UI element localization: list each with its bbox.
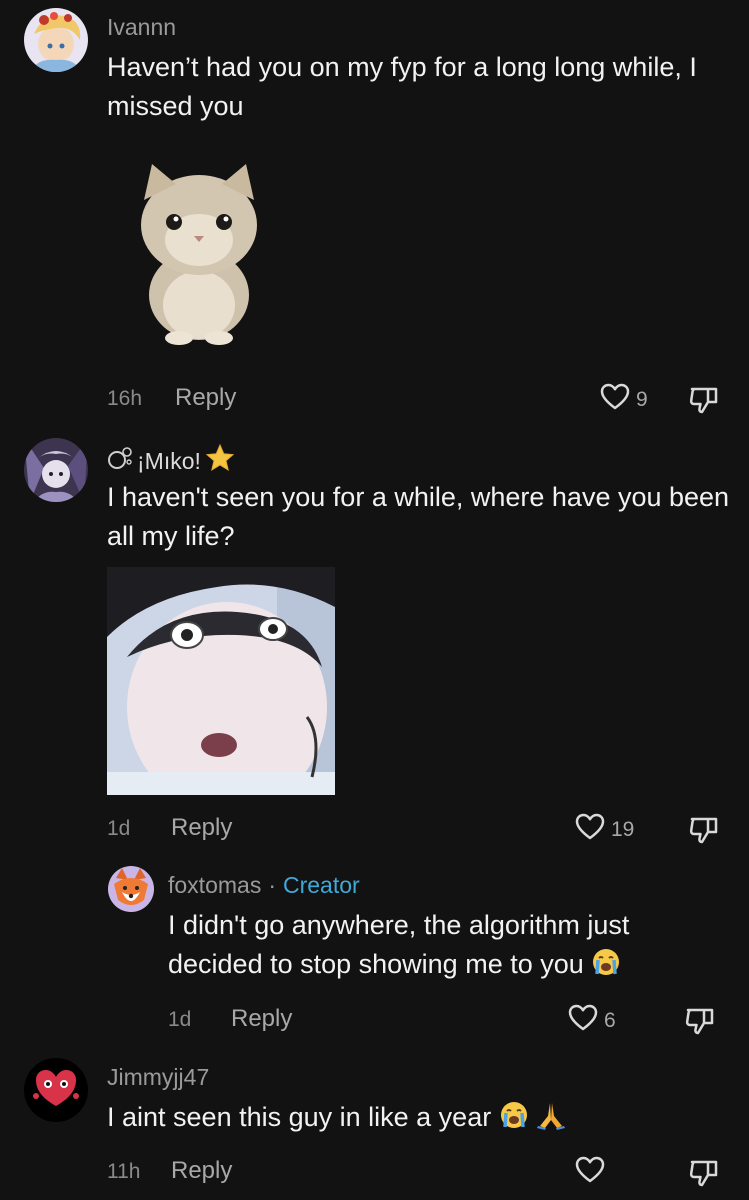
reply-button[interactable]: Reply <box>231 1005 292 1033</box>
username[interactable]: Jimmyjj47 <box>107 1064 209 1091</box>
reply-button[interactable]: Reply <box>171 814 232 842</box>
timestamp: 16h <box>107 387 143 410</box>
avatar[interactable] <box>24 1058 88 1122</box>
comment-text: I aint seen this guy in like a year <box>107 1102 492 1132</box>
reply-button[interactable]: Reply <box>171 1157 232 1185</box>
dislike-button[interactable] <box>684 1004 716 1041</box>
thumbs-down-icon <box>688 817 720 849</box>
username-row: foxtomas · Creator <box>168 872 360 899</box>
bubbles-icon <box>107 446 133 476</box>
thumbs-down-icon <box>688 1160 720 1192</box>
thumbs-down-icon <box>684 1008 716 1040</box>
heart-icon <box>568 1004 598 1037</box>
comment-text-wrap: I aint seen this guy in like a year <box>107 1098 707 1141</box>
avatar-image <box>24 8 88 72</box>
avatar[interactable] <box>108 866 154 912</box>
thumbs-down-icon <box>688 387 720 419</box>
praying-hands-icon <box>536 1100 566 1141</box>
comment-text-wrap: I didn't go anywhere, the algorithm just… <box>168 906 708 988</box>
star-icon <box>205 443 235 479</box>
creator-badge: Creator <box>283 872 360 898</box>
avatar[interactable] <box>24 8 88 72</box>
username: ¡Mıko! <box>137 447 201 474</box>
like-count: 9 <box>636 387 648 411</box>
like-button[interactable]: 9 <box>600 383 648 416</box>
like-button[interactable]: 6 <box>568 1004 616 1037</box>
username[interactable]: Ivannn <box>107 14 176 41</box>
kitten-sticker <box>134 160 264 345</box>
comment-text: I haven't seen you for a while, where ha… <box>107 482 730 551</box>
dislike-button[interactable] <box>688 813 720 850</box>
separator: · <box>268 872 276 898</box>
username-row[interactable]: ¡Mıko! <box>107 443 235 479</box>
like-button[interactable]: 19 <box>575 813 634 846</box>
timestamp: 1d <box>107 817 131 840</box>
heart-icon <box>575 1156 605 1189</box>
surprised-face-photo[interactable] <box>107 567 335 795</box>
reply-button[interactable]: Reply <box>175 384 236 412</box>
like-button[interactable] <box>575 1156 605 1189</box>
crying-face-icon <box>591 947 621 988</box>
timestamp: 11h <box>107 1160 141 1183</box>
crying-face-icon <box>499 1100 529 1141</box>
like-count: 6 <box>604 1008 616 1032</box>
avatar-image <box>24 438 88 502</box>
username[interactable]: foxtomas <box>168 872 261 899</box>
comment-text: I didn't go anywhere, the algorithm just… <box>168 910 630 979</box>
heart-icon <box>575 813 605 846</box>
dislike-button[interactable] <box>688 1156 720 1193</box>
comment-text: Haven’t had you on my fyp for a long lon… <box>107 52 697 121</box>
heart-icon <box>600 383 630 416</box>
avatar[interactable] <box>24 438 88 502</box>
like-count: 19 <box>611 817 635 841</box>
timestamp: 1d <box>168 1008 192 1031</box>
avatar-image <box>24 1058 88 1122</box>
fox-avatar-image <box>108 866 154 912</box>
dislike-button[interactable] <box>688 383 720 420</box>
comments-screen: Ivannn Haven’t had you on my fyp for a l… <box>0 0 749 1200</box>
